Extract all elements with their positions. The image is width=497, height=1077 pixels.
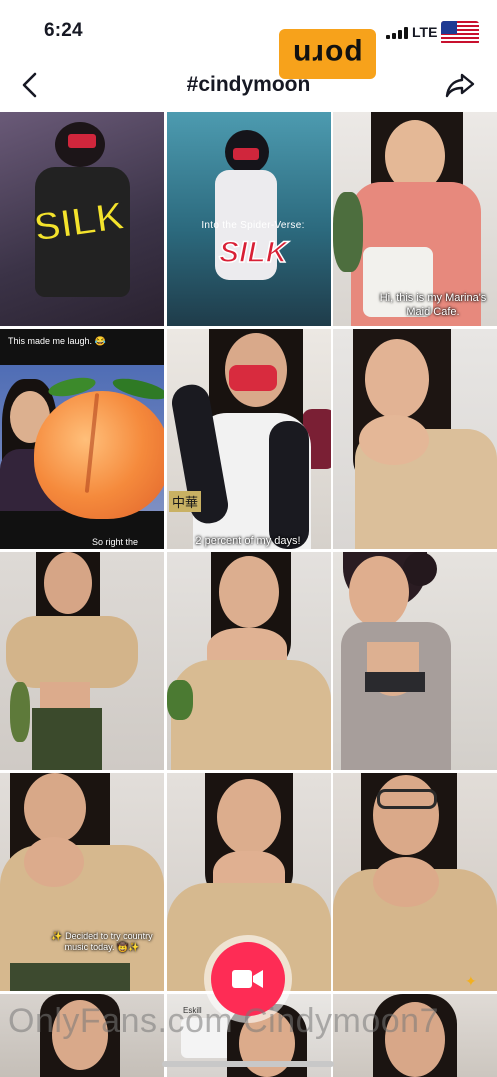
home-indicator [162, 1061, 334, 1067]
video-caption: Hi, this is my Marina's Maid Cafe. [379, 292, 487, 318]
video-thumbnail[interactable]: ✨ Decided to try country music today. 🤠✨ [0, 773, 164, 991]
status-bar: 6:24 LTE [0, 0, 497, 58]
video-thumbnail[interactable] [333, 329, 497, 549]
sparkle-emoji: ✦ [465, 973, 477, 989]
us-flag-icon [441, 21, 479, 45]
signal-icon [386, 27, 408, 39]
meme-bottom-text: So right the [92, 537, 139, 547]
status-time: 6:24 [44, 20, 83, 41]
video-grid: SILK Into the Spider-Verse: SILK Hi, thi… [0, 112, 497, 1077]
share-button[interactable] [444, 70, 476, 100]
page-title: #cindymoon [186, 73, 311, 96]
video-thumbnail[interactable]: 中華 2 percent of my days! [167, 329, 331, 549]
network-label: LTE [412, 24, 438, 40]
video-thumbnail[interactable] [333, 552, 497, 770]
watermark-text: OnlyFans.com Cindymoon7 [8, 1002, 440, 1040]
video-caption: 2 percent of my days! [195, 535, 301, 547]
peach-image [34, 391, 164, 519]
sign-text: 中華 [169, 491, 202, 512]
video-thumbnail[interactable]: This made me laugh. 😂 So right the [0, 329, 164, 549]
video-caption: ✨ Decided to try country music today. 🤠✨ [51, 931, 153, 953]
video-thumbnail[interactable]: Into the Spider-Verse: SILK [167, 112, 331, 326]
movie-title-text: Into the Spider-Verse: [201, 220, 305, 231]
video-thumbnail[interactable]: ✦ [333, 773, 497, 991]
video-thumbnail[interactable]: Hi, this is my Marina's Maid Cafe. [333, 112, 497, 326]
meme-top-text: This made me laugh. 😂 [8, 336, 106, 346]
video-thumbnail[interactable]: SILK [0, 112, 164, 326]
share-arrow-icon [445, 73, 475, 98]
header: #cindymoon [0, 60, 497, 110]
video-thumbnail[interactable] [0, 552, 164, 770]
video-camera-icon [232, 970, 263, 988]
silk-logo-text: SILK [218, 235, 288, 270]
video-thumbnail[interactable] [167, 552, 331, 770]
